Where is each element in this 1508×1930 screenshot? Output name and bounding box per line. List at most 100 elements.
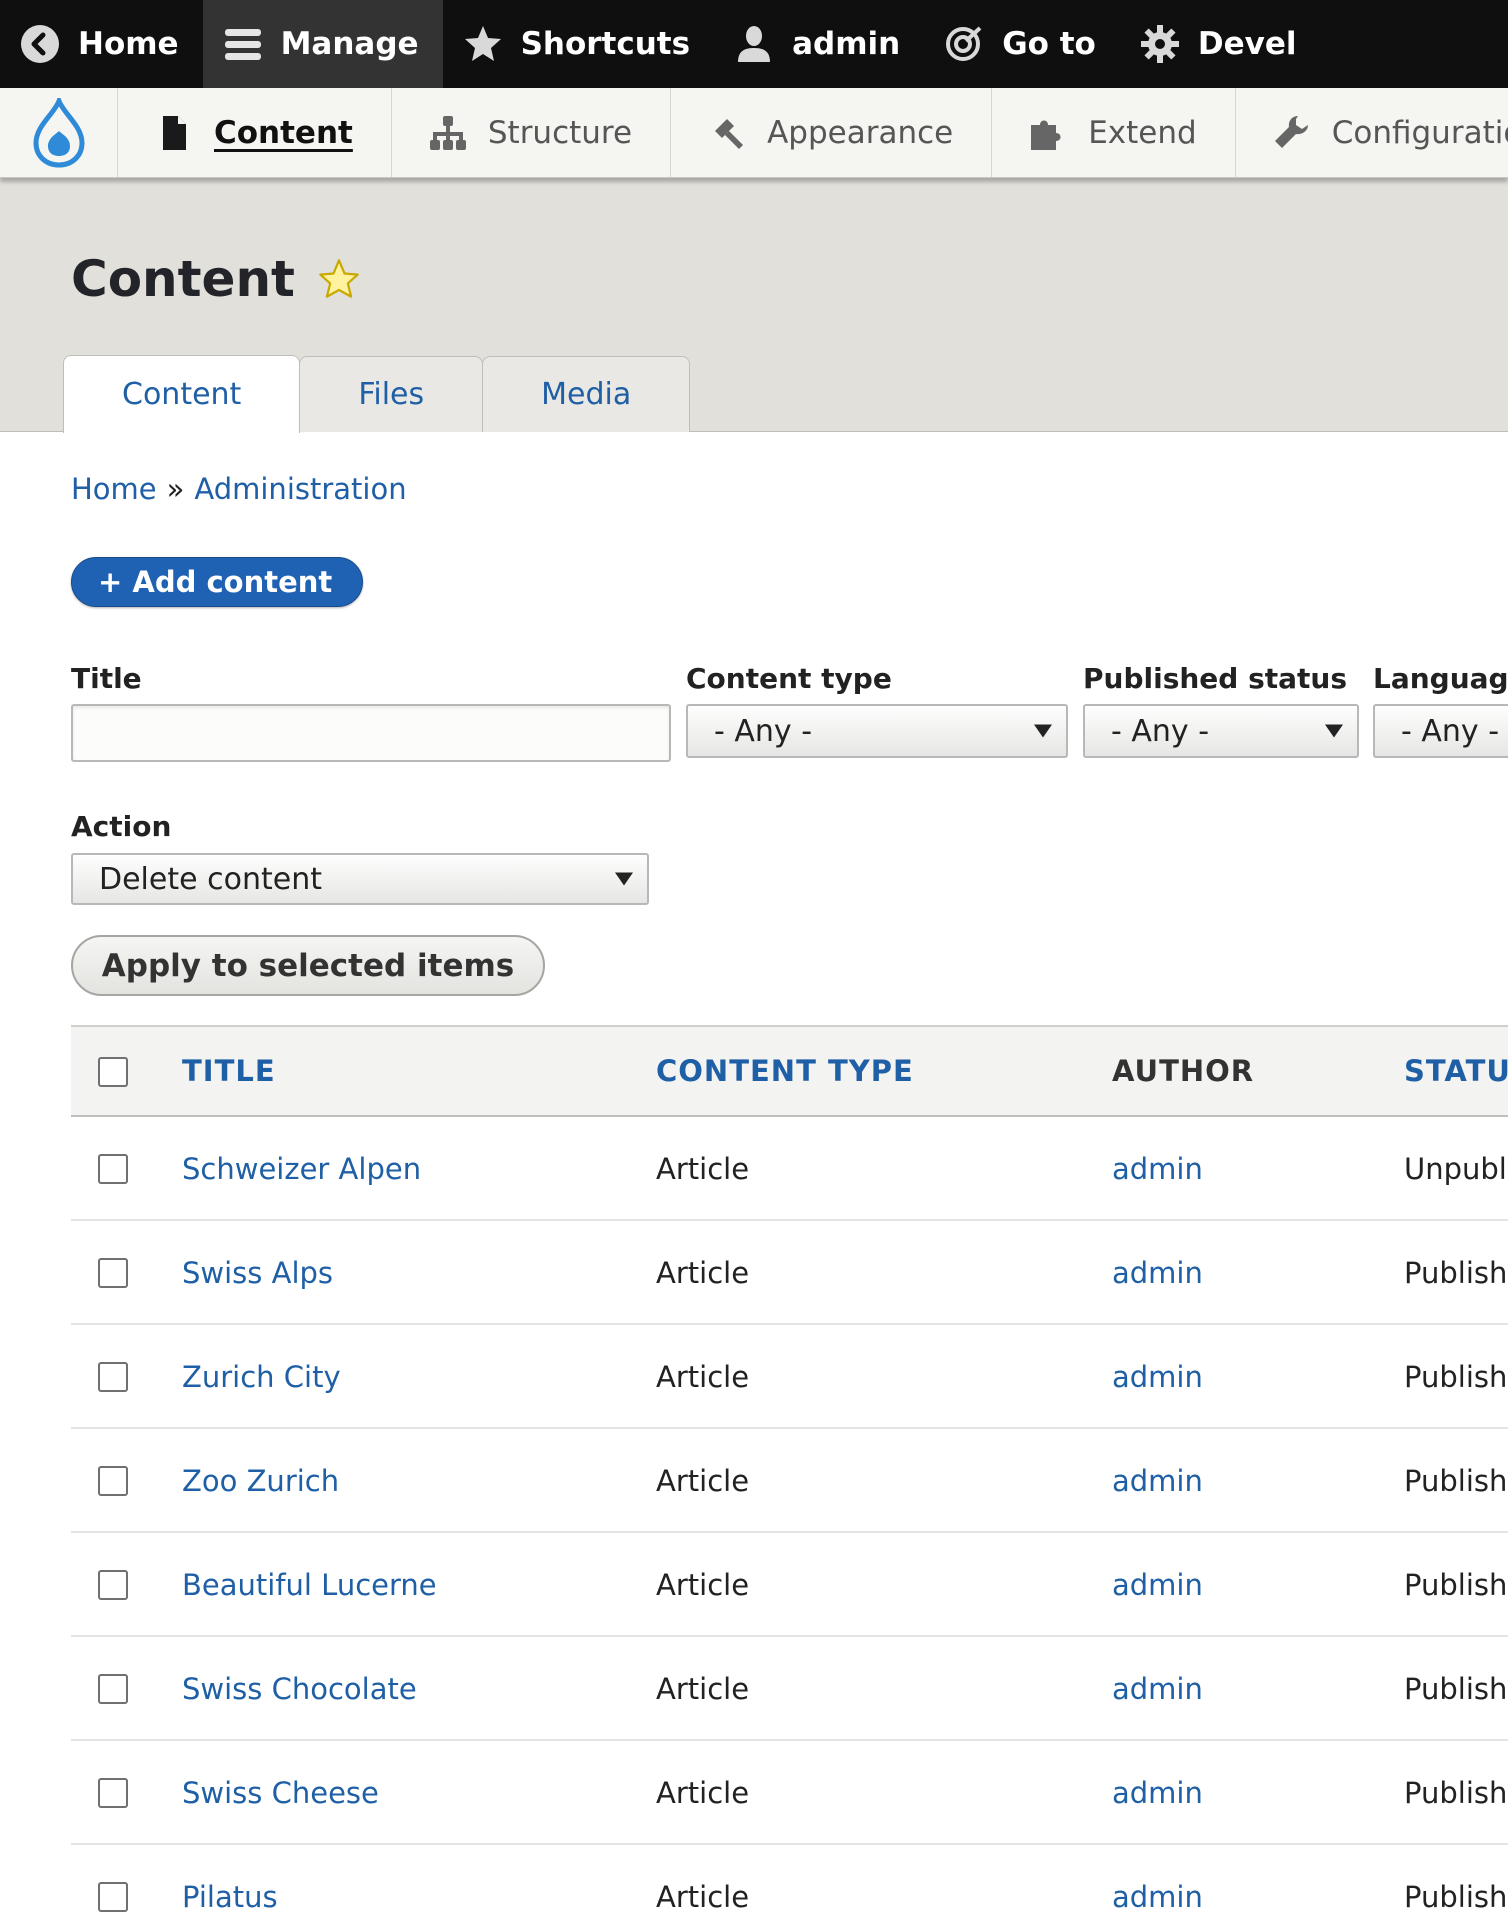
- toolbar-home[interactable]: Home: [0, 0, 203, 88]
- row-author-link[interactable]: admin: [1112, 1637, 1203, 1741]
- row-title-link[interactable]: Swiss Chocolate: [182, 1637, 417, 1741]
- title-filter-label: Title: [71, 662, 142, 695]
- chevron-down-icon: [1325, 724, 1343, 738]
- drupal-logo-link[interactable]: [0, 88, 118, 177]
- action-select[interactable]: Delete content: [71, 853, 649, 905]
- row-title-link[interactable]: Swiss Alps: [182, 1221, 333, 1325]
- published-status-filter-label: Published status: [1083, 662, 1348, 695]
- hamburger-icon: [224, 29, 261, 60]
- table-row: Beautiful Lucerne Article admin Published: [71, 1533, 1508, 1637]
- gear-icon: [1140, 25, 1179, 63]
- breadcrumb-home[interactable]: Home: [71, 472, 157, 506]
- row-select-checkbox[interactable]: [98, 1466, 128, 1496]
- table-row: Swiss Alps Article admin Published: [71, 1221, 1508, 1325]
- table-row: Swiss Cheese Article admin Published: [71, 1741, 1508, 1845]
- row-title-link[interactable]: Swiss Cheese: [182, 1741, 379, 1845]
- user-icon: [738, 26, 771, 62]
- row-content-type: Article: [656, 1880, 750, 1914]
- tray-item-content-label: Content: [214, 115, 353, 151]
- admin-toolbar: Home Manage Shortcuts admin Go to Devel: [0, 0, 1508, 88]
- row-select-checkbox[interactable]: [98, 1882, 128, 1912]
- table-header: TITLE CONTENT TYPE AUTHOR STATUS: [71, 1025, 1508, 1117]
- toolbar-user[interactable]: admin: [714, 0, 924, 88]
- row-title-link[interactable]: Zoo Zurich: [182, 1429, 339, 1533]
- structure-icon: [429, 116, 466, 150]
- tray-item-appearance[interactable]: Appearance: [671, 88, 993, 177]
- row-status: Published: [1404, 1256, 1508, 1290]
- language-select[interactable]: - Any -: [1373, 704, 1508, 758]
- primary-tabs: Content Files Media: [63, 355, 691, 433]
- tray-item-appearance-label: Appearance: [767, 115, 954, 151]
- tray-item-configuration-label: Configuration: [1331, 115, 1508, 151]
- document-icon: [163, 116, 186, 150]
- chevron-down-icon: [615, 872, 633, 886]
- admin-tray: Content Structure Appearance Extend Conf…: [0, 88, 1508, 178]
- row-author-link[interactable]: admin: [1112, 1221, 1203, 1325]
- row-content-type: Article: [656, 1464, 750, 1498]
- toolbar-goto[interactable]: Go to: [924, 0, 1120, 88]
- row-author-link[interactable]: admin: [1112, 1117, 1203, 1221]
- row-title-link[interactable]: Schweizer Alpen: [182, 1117, 421, 1221]
- row-status: Published: [1404, 1672, 1508, 1706]
- toolbar-manage[interactable]: Manage: [202, 0, 443, 88]
- tray-item-structure[interactable]: Structure: [392, 88, 672, 177]
- tab-files[interactable]: Files: [299, 356, 484, 432]
- action-label: Action: [71, 810, 172, 843]
- tray-item-configuration[interactable]: Configuration: [1236, 88, 1508, 177]
- action-select-value: Delete content: [99, 861, 322, 897]
- tray-item-content[interactable]: Content: [118, 88, 392, 177]
- published-status-select[interactable]: - Any -: [1083, 704, 1359, 758]
- row-select-checkbox[interactable]: [98, 1570, 128, 1600]
- drupal-drop-icon: [32, 97, 85, 168]
- row-status: Published: [1404, 1776, 1508, 1810]
- row-select-checkbox[interactable]: [98, 1778, 128, 1808]
- row-content-type: Article: [656, 1568, 750, 1602]
- column-header-status[interactable]: STATUS: [1404, 1027, 1508, 1115]
- row-author-link[interactable]: admin: [1112, 1325, 1203, 1429]
- breadcrumb: Home » Administration: [71, 472, 407, 506]
- row-title-link[interactable]: Beautiful Lucerne: [182, 1533, 437, 1637]
- row-title-link[interactable]: Pilatus: [182, 1845, 278, 1930]
- row-author-link[interactable]: admin: [1112, 1741, 1203, 1845]
- row-content-type: Article: [656, 1776, 750, 1810]
- content-type-select[interactable]: - Any -: [686, 704, 1068, 758]
- published-status-select-value: - Any -: [1111, 713, 1210, 749]
- row-content-type: Article: [656, 1256, 750, 1290]
- row-author-link[interactable]: admin: [1112, 1533, 1203, 1637]
- tab-content[interactable]: Content: [63, 355, 301, 433]
- row-status: Published: [1404, 1568, 1508, 1602]
- tray-item-extend[interactable]: Extend: [992, 88, 1236, 177]
- row-select-checkbox[interactable]: [98, 1674, 128, 1704]
- select-all-checkbox[interactable]: [98, 1057, 128, 1087]
- row-title-link[interactable]: Zurich City: [182, 1325, 341, 1429]
- column-header-title[interactable]: TITLE: [182, 1027, 276, 1115]
- row-author-link[interactable]: admin: [1112, 1845, 1203, 1930]
- apply-to-selected-button[interactable]: Apply to selected items: [71, 935, 545, 996]
- column-header-content-type[interactable]: CONTENT TYPE: [656, 1027, 914, 1115]
- row-author-link[interactable]: admin: [1112, 1429, 1203, 1533]
- chevron-down-icon: [1034, 724, 1052, 738]
- row-select-checkbox[interactable]: [98, 1258, 128, 1288]
- row-select-checkbox[interactable]: [98, 1362, 128, 1392]
- table-row: Zoo Zurich Article admin Published: [71, 1429, 1508, 1533]
- toolbar-devel[interactable]: Devel: [1120, 0, 1321, 88]
- tab-media[interactable]: Media: [482, 356, 691, 432]
- add-content-button[interactable]: + Add content: [71, 557, 364, 607]
- content-type-filter-label: Content type: [686, 662, 892, 695]
- breadcrumb-separator: »: [166, 472, 185, 506]
- column-header-author: AUTHOR: [1112, 1054, 1255, 1088]
- toolbar-shortcuts[interactable]: Shortcuts: [443, 0, 715, 88]
- breadcrumb-administration[interactable]: Administration: [194, 472, 406, 506]
- puzzle-icon: [1031, 120, 1061, 150]
- row-select-checkbox[interactable]: [98, 1154, 128, 1184]
- language-select-value: - Any -: [1401, 713, 1500, 749]
- wrench-icon: [1274, 116, 1308, 148]
- table-row: Schweizer Alpen Article admin Unpublished: [71, 1117, 1508, 1221]
- title-filter-input[interactable]: [71, 704, 671, 762]
- shortcut-star-icon[interactable]: [317, 257, 361, 301]
- row-content-type: Article: [656, 1152, 750, 1186]
- toolbar-shortcuts-label: Shortcuts: [520, 26, 691, 62]
- table-row: Swiss Chocolate Article admin Published: [71, 1637, 1508, 1741]
- row-status: Unpublished: [1404, 1152, 1508, 1186]
- page-title-text: Content: [71, 250, 295, 308]
